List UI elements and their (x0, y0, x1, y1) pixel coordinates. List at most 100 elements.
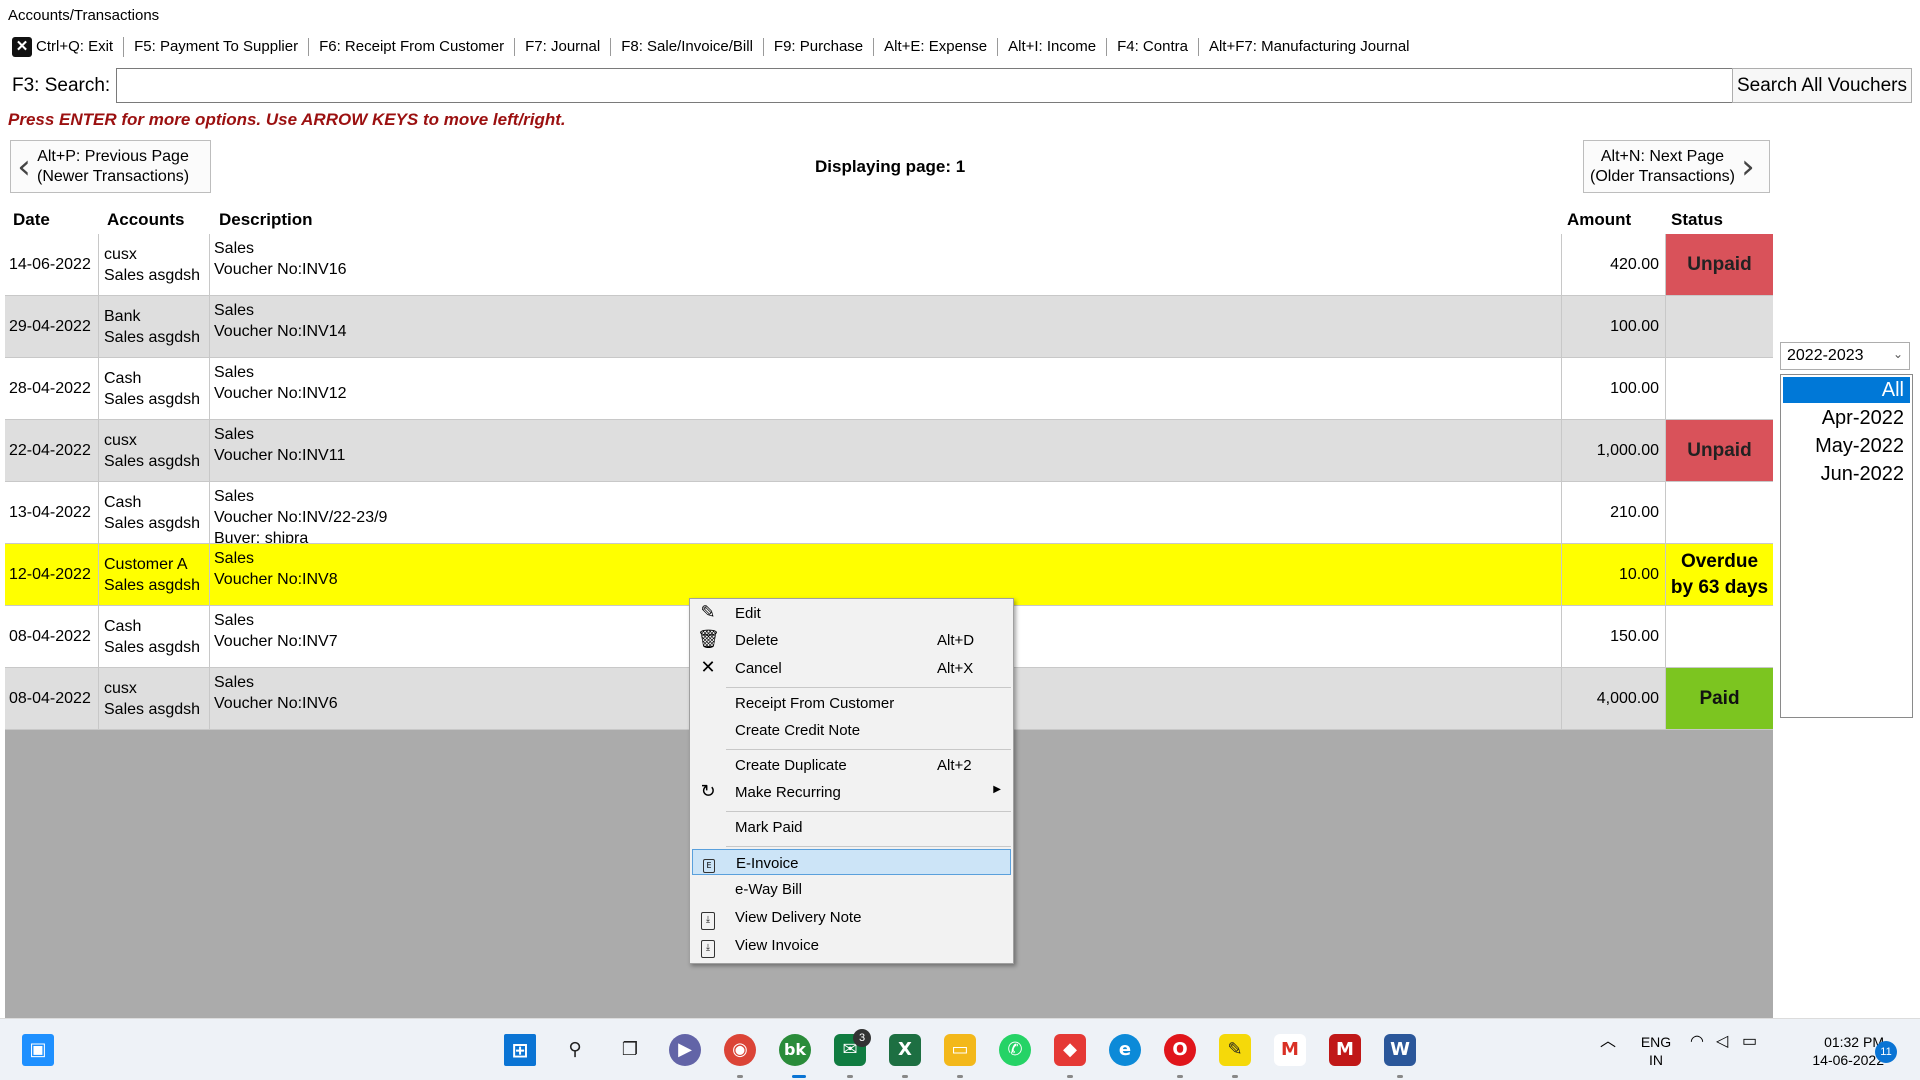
fiscal-year-select[interactable]: 2022-2023 ⌄ (1780, 342, 1910, 370)
previous-page-label: Alt+P: Previous Page (Newer Transactions… (37, 147, 189, 187)
income-shortcut[interactable]: Alt+I: Income (998, 38, 1108, 56)
description-line: Voucher No:INV11 (214, 447, 346, 464)
sale-invoice-shortcut[interactable]: F8: Sale/Invoice/Bill (611, 38, 764, 56)
search-icon[interactable]: ⚲ (559, 1034, 591, 1066)
running-indicator (1177, 1075, 1183, 1078)
notification-count-badge[interactable]: 11 (1875, 1041, 1897, 1063)
menu-item-delete[interactable]: 🗑 Delete Alt+D (692, 627, 1011, 653)
description-cell: Sales Voucher No:INV14 (210, 296, 1562, 357)
menu-item-label: Edit (735, 605, 761, 622)
description-cell: Sales Voucher No:INV12 (210, 358, 1562, 419)
wifi-icon[interactable]: ◠ (1690, 1033, 1704, 1051)
menu-item-edit[interactable]: ✎ Edit (692, 600, 1011, 626)
search-input[interactable] (116, 68, 1734, 103)
header-accounts[interactable]: Accounts (107, 210, 184, 230)
opera-icon[interactable]: O (1164, 1034, 1196, 1066)
account-name: Sales asgdsh (104, 639, 201, 656)
month-filter-list[interactable]: All Apr-2022 May-2022 Jun-2022 (1780, 374, 1913, 718)
purchase-shortcut[interactable]: F9: Purchase (764, 38, 875, 56)
file-explorer-icon[interactable]: ▭ (944, 1034, 976, 1066)
date-cell: 12-04-2022 (5, 544, 99, 605)
table-row[interactable]: 13-04-2022 Cash Sales asgdsh Sales Voucher… (5, 482, 1773, 544)
menu-item-cancel[interactable]: ✕ Cancel Alt+X (692, 655, 1011, 681)
amount-cell: 150.00 (1562, 606, 1666, 667)
account-name: Sales asgdsh (104, 329, 201, 346)
chrome-icon[interactable]: ◉ (724, 1034, 756, 1066)
table-header: Date Accounts Description Amount Status (5, 204, 1773, 234)
battery-icon[interactable]: ▭ (1742, 1033, 1757, 1051)
menu-item-label: Cancel (735, 660, 782, 677)
sticky-notes-icon[interactable]: ✎ (1219, 1034, 1251, 1066)
language-indicator[interactable]: ENG IN (1638, 1033, 1674, 1069)
menu-item-eway-bill[interactable]: e-Way Bill (692, 876, 1011, 902)
header-amount[interactable]: Amount (1567, 210, 1631, 230)
previous-page-line2: (Newer Transactions) (37, 167, 190, 185)
accounts-cell: Cash Sales asgdsh (99, 606, 210, 667)
shortcut-bar: ✕ Ctrl+Q: Exit F5: Payment To Supplier F6… (8, 34, 1420, 60)
description-line: Voucher No:INV8 (214, 571, 338, 588)
status-badge: Overdue by 63 days (1666, 544, 1773, 605)
description-cell: Sales Voucher No:INV/22-23/9 Buyer: shipra (210, 482, 1562, 544)
word-icon[interactable]: W (1384, 1034, 1416, 1066)
account-name: Cash (104, 494, 142, 511)
menu-item-shortcut: Alt+X (937, 660, 974, 677)
table-row[interactable]: 28-04-2022 Cash Sales asgdsh Sales Voucher… (5, 358, 1773, 420)
header-description[interactable]: Description (219, 210, 313, 230)
x-icon: ✕ (700, 657, 716, 678)
menu-item-receipt-from-customer[interactable]: Receipt From Customer (692, 690, 1011, 716)
keyboard-hint: Press ENTER for more options. Use ARROW … (8, 110, 566, 129)
edge-icon[interactable]: e (1109, 1034, 1141, 1066)
mcafee-icon[interactable]: M (1329, 1034, 1361, 1066)
table-row[interactable]: 29-04-2022 Bank Sales asgdsh Sales Voucher… (5, 296, 1773, 358)
volume-icon[interactable]: ◁ (1716, 1033, 1728, 1051)
chat-icon[interactable]: ▶ (669, 1034, 701, 1066)
next-page-label: Alt+N: Next Page (Older Transactions) (1584, 147, 1735, 187)
exit-shortcut[interactable]: ✕ Ctrl+Q: Exit (8, 37, 125, 57)
expense-shortcut[interactable]: Alt+E: Expense (874, 38, 999, 56)
widgets-icon[interactable]: ▣ (22, 1034, 54, 1066)
menu-item-label: e-Way Bill (735, 881, 802, 898)
next-page-button[interactable]: Alt+N: Next Page (Older Transactions) › (1583, 140, 1770, 193)
running-indicator (847, 1075, 853, 1078)
month-item-apr[interactable]: Apr-2022 (1783, 405, 1910, 431)
clock-date: 14-06-2022 (1812, 1052, 1884, 1068)
journal-shortcut[interactable]: F7: Journal (515, 38, 612, 56)
whatsapp-icon[interactable]: ✆ (999, 1034, 1031, 1066)
notification-badge: 3 (853, 1029, 871, 1047)
menu-item-label: Create Duplicate (735, 757, 847, 774)
description-line: Buyer: shipra (214, 530, 309, 544)
menu-item-make-recurring[interactable]: ↻ Make Recurring ▶ (692, 779, 1011, 805)
menu-item-view-delivery-note[interactable]: ⤓ View Delivery Note (692, 904, 1011, 930)
contra-shortcut[interactable]: F4: Contra (1107, 38, 1199, 56)
receipt-from-customer-shortcut[interactable]: F6: Receipt From Customer (309, 38, 516, 56)
table-row-selected[interactable]: 12-04-2022 Customer A Sales asgdsh Sales V… (5, 544, 1773, 606)
accounts-cell: Cash Sales asgdsh (99, 482, 210, 543)
manufacturing-journal-shortcut[interactable]: Alt+F7: Manufacturing Journal (1199, 38, 1420, 56)
next-page-line2: (Older Transactions) (1590, 167, 1735, 185)
payment-to-supplier-shortcut[interactable]: F5: Payment To Supplier (124, 38, 310, 56)
table-row[interactable]: 14-06-2022 cusx Sales asgdsh Sales Voucher… (5, 234, 1773, 296)
show-hidden-icons-icon[interactable]: ︿ (1600, 1033, 1616, 1051)
description-line: Voucher No:INV6 (214, 695, 338, 712)
month-item-may[interactable]: May-2022 (1783, 433, 1910, 459)
header-status[interactable]: Status (1671, 210, 1723, 230)
table-row[interactable]: 22-04-2022 cusx Sales asgdsh Sales Voucher… (5, 420, 1773, 482)
date-cell: 28-04-2022 (5, 358, 99, 419)
month-item-jun[interactable]: Jun-2022 (1783, 461, 1910, 487)
header-date[interactable]: Date (13, 210, 50, 230)
task-view-icon[interactable]: ❐ (614, 1034, 646, 1066)
menu-item-e-invoice[interactable]: E E-Invoice (692, 849, 1011, 875)
menu-item-create-duplicate[interactable]: Create Duplicate Alt+2 (692, 752, 1011, 778)
excel-icon[interactable]: X (889, 1034, 921, 1066)
anydesk-icon[interactable]: ◆ (1054, 1034, 1086, 1066)
busy-accounting-icon[interactable]: bk (779, 1034, 811, 1066)
month-item-all[interactable]: All (1783, 377, 1910, 403)
gmail-icon[interactable]: M (1274, 1034, 1306, 1066)
start-icon[interactable]: ⊞ (504, 1034, 536, 1066)
clock[interactable]: 01:32 PM 14-06-2022 (1784, 1033, 1884, 1069)
menu-item-create-credit-note[interactable]: Create Credit Note (692, 717, 1011, 743)
menu-item-view-invoice[interactable]: ⤓ View Invoice (692, 932, 1011, 958)
menu-item-mark-paid[interactable]: Mark Paid (692, 814, 1011, 840)
search-all-vouchers-button[interactable]: Search All Vouchers (1732, 68, 1912, 103)
previous-page-button[interactable]: ‹ Alt+P: Previous Page (Newer Transactio… (10, 140, 211, 193)
